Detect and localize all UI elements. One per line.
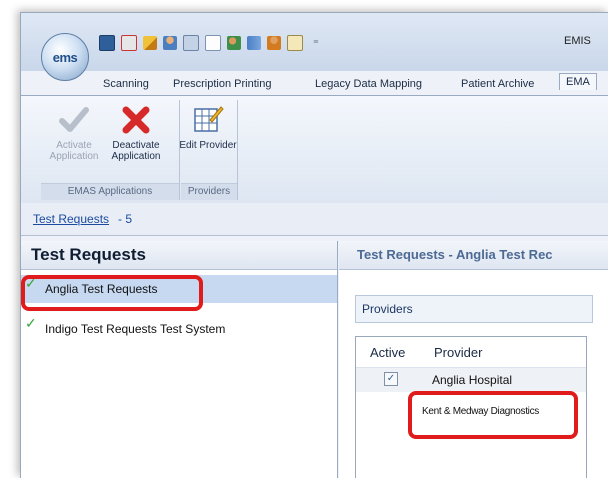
emas-applications-group-label: EMAS Applications xyxy=(41,183,179,200)
test-requests-panel: Test Requests ✓ Anglia Test Requests ✓ I… xyxy=(21,241,338,478)
providers-section-header: Providers xyxy=(355,295,593,323)
user-icon[interactable] xyxy=(163,36,177,50)
save-icon[interactable] xyxy=(99,35,115,51)
active-checkbox[interactable]: ✓ xyxy=(384,372,398,386)
details-title: Test Requests - Anglia Test Rec xyxy=(339,241,608,270)
print-icon[interactable] xyxy=(183,35,199,51)
clipboard-icon[interactable] xyxy=(287,35,303,51)
person-icon[interactable] xyxy=(267,36,281,50)
deactivate-application-button[interactable]: Deactivate Application xyxy=(107,104,165,162)
document-icon[interactable] xyxy=(205,35,221,51)
providers-group-label: Providers xyxy=(181,183,237,200)
breadcrumb-link-test-requests[interactable]: Test Requests xyxy=(33,212,109,226)
tab-prescription-printing[interactable]: Prescription Printing xyxy=(173,75,271,93)
tab-emas[interactable]: EMA xyxy=(559,73,597,90)
share-icon[interactable] xyxy=(247,36,261,50)
application-orb-button[interactable]: ems xyxy=(41,33,89,81)
ribbon: Activate Application Deactivate Applicat… xyxy=(21,95,608,205)
grid-header: Active Provider xyxy=(356,337,586,368)
panel-title: Test Requests xyxy=(21,241,337,270)
table-row[interactable]: ✓ Anglia Hospital xyxy=(356,368,586,392)
emas-applications-group: Activate Application Deactivate Applicat… xyxy=(41,100,180,200)
provider-name: Anglia Hospital xyxy=(432,373,513,387)
tab-legacy-data-mapping[interactable]: Legacy Data Mapping xyxy=(315,75,422,93)
column-header-provider[interactable]: Provider xyxy=(434,345,482,360)
list-item-label: Indigo Test Requests Test System xyxy=(45,322,226,336)
cross-icon xyxy=(120,104,152,136)
list-item-indigo-test-requests[interactable]: ✓ Indigo Test Requests Test System xyxy=(21,315,337,343)
details-panel: Test Requests - Anglia Test Rec Provider… xyxy=(339,241,608,478)
checkmark-icon xyxy=(58,104,90,136)
customize-toolbar-dropdown[interactable]: ⁼ xyxy=(313,37,319,50)
highlight-annotation xyxy=(408,391,578,439)
tab-patient-archive[interactable]: Patient Archive xyxy=(461,75,534,93)
edit-provider-button[interactable]: Edit Provider xyxy=(179,104,237,151)
providers-group: Edit Provider Providers xyxy=(179,100,238,200)
activate-application-label: Activate Application xyxy=(49,140,99,162)
check-icon: ✓ xyxy=(25,315,37,331)
column-header-active[interactable]: Active xyxy=(370,345,405,360)
ribbon-tabs: Scanning Prescription Printing Legacy Da… xyxy=(21,73,608,95)
edit-table-icon xyxy=(192,104,224,136)
activate-application-button[interactable]: Activate Application xyxy=(45,104,103,162)
app-window: ems ⁼ EMIS Scanning Prescription Printin… xyxy=(20,12,608,478)
quick-access-toolbar: ⁼ xyxy=(99,35,319,51)
pencil-icon[interactable] xyxy=(143,36,157,50)
tab-scanning[interactable]: Scanning xyxy=(103,75,149,93)
deactivate-application-label: Deactivate Application xyxy=(111,140,161,162)
breadcrumb: Test Requests - 5 xyxy=(21,203,608,236)
title-bar: ems ⁼ EMIS xyxy=(21,13,608,81)
highlight-annotation xyxy=(21,275,203,311)
users-icon[interactable] xyxy=(227,36,241,50)
home-icon[interactable] xyxy=(121,35,137,51)
edit-provider-label: Edit Provider xyxy=(179,140,237,151)
breadcrumb-count: - 5 xyxy=(118,212,133,226)
logo-text: ems xyxy=(52,49,78,65)
window-title: EMIS xyxy=(564,35,591,47)
